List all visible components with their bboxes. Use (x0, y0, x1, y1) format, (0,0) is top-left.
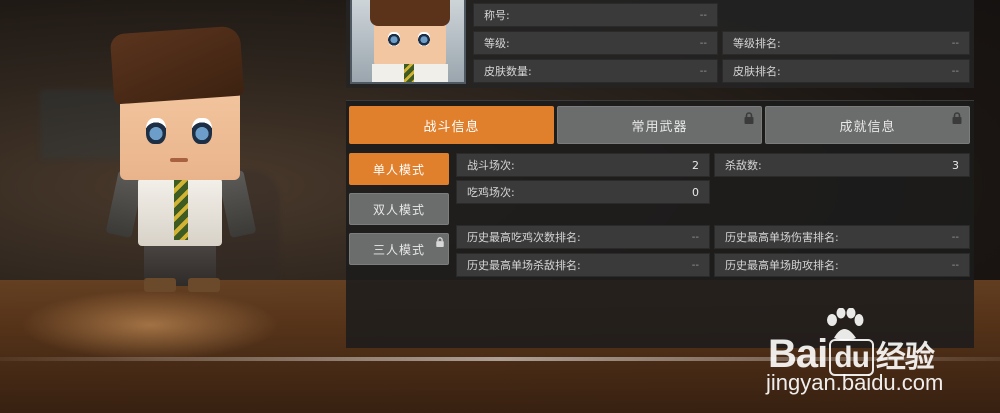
skin-count-field: 皮肤数量: -- (473, 59, 718, 83)
mode-solo-label: 单人模式 (372, 162, 425, 177)
stat-best-assist-rank: 历史最高单场助攻排名: -- (714, 253, 970, 277)
mode-duo-label: 双人模式 (372, 202, 425, 217)
stat-best-dinner-rank-label: 历史最高吃鸡次数排名: (467, 231, 581, 244)
stat-battles-value: 2 (692, 158, 699, 172)
skin-rank-label: 皮肤排名: (733, 65, 781, 78)
mode-trio-label: 三人模式 (372, 242, 425, 257)
level-rank-label: 等级排名: (733, 37, 781, 50)
title-value: -- (699, 9, 707, 21)
title-field: 称号: -- (473, 3, 718, 27)
character-left-shoe (144, 278, 176, 292)
stat-chicken-dinners: 吃鸡场次: 0 (456, 180, 710, 204)
skin-count-label: 皮肤数量: (484, 65, 532, 78)
level-value: -- (699, 37, 707, 49)
mode-trio-button[interactable]: 三人模式 (349, 233, 449, 265)
stat-chicken-dinners-label: 吃鸡场次: (467, 186, 515, 199)
stat-battles-label: 战斗场次: (467, 159, 515, 172)
avatar-hair (370, 0, 450, 26)
stat-best-damage-rank-label: 历史最高单场伤害排名: (725, 231, 839, 244)
stat-best-kill-rank: 历史最高单场杀敌排名: -- (456, 253, 710, 277)
tab-battle-info-label: 战斗信息 (423, 119, 480, 135)
stat-best-kill-rank-value: -- (691, 259, 699, 271)
character-mouth (170, 158, 188, 162)
stat-best-damage-rank: 历史最高单场伤害排名: -- (714, 225, 970, 249)
stat-best-assist-rank-value: -- (951, 259, 959, 271)
level-label: 等级: (484, 37, 510, 50)
tab-common-weapons-label: 常用武器 (631, 119, 688, 135)
level-field: 等级: -- (473, 31, 718, 55)
stat-best-dinner-rank: 历史最高吃鸡次数排名: -- (456, 225, 710, 249)
level-rank-value: -- (951, 37, 959, 49)
stat-battles: 战斗场次: 2 (456, 153, 710, 177)
skin-rank-field: 皮肤排名: -- (722, 59, 970, 83)
skin-count-value: -- (699, 65, 707, 77)
mode-solo-button[interactable]: 单人模式 (349, 153, 449, 185)
tab-achievements-label: 成就信息 (839, 119, 896, 135)
stat-chicken-dinners-value: 0 (692, 185, 699, 199)
avatar-right-eye (418, 32, 430, 46)
lock-icon (436, 237, 444, 247)
tab-common-weapons[interactable]: 常用武器 (557, 106, 762, 144)
avatar-tie (404, 64, 414, 82)
watermark-url: jingyan.baidu.com (766, 370, 944, 395)
stat-best-dinner-rank-value: -- (691, 231, 699, 243)
stat-best-assist-rank-label: 历史最高单场助攻排名: (725, 259, 839, 272)
tab-achievements[interactable]: 成就信息 (765, 106, 970, 144)
character-right-shoe (188, 278, 220, 292)
player-character-model[interactable] (100, 22, 257, 302)
avatar-left-eye (388, 32, 400, 46)
tab-battle-info[interactable]: 战斗信息 (349, 106, 554, 144)
player-avatar[interactable] (350, 0, 466, 84)
stat-best-damage-rank-value: -- (951, 231, 959, 243)
character-right-eye (192, 118, 212, 144)
character-left-eye (146, 118, 166, 144)
character-hair (109, 25, 245, 105)
lock-icon (744, 112, 754, 124)
stat-kills: 杀敌数: 3 (714, 153, 970, 177)
character-tie (174, 180, 188, 240)
skin-rank-value: -- (951, 65, 959, 77)
mode-duo-button[interactable]: 双人模式 (349, 193, 449, 225)
lock-icon (952, 112, 962, 124)
stat-best-kill-rank-label: 历史最高单场杀敌排名: (467, 259, 581, 272)
stat-kills-label: 杀敌数: (725, 159, 762, 172)
profile-info-section: 称号: -- 等级: -- 等级排名: -- 皮肤数量: -- 皮肤排名: -- (346, 0, 974, 88)
title-label: 称号: (484, 9, 510, 22)
baidu-jingyan-watermark: Bai du 经验 jingyan.baidu.com (766, 306, 998, 410)
level-rank-field: 等级排名: -- (722, 31, 970, 55)
stat-kills-value: 3 (952, 158, 959, 172)
